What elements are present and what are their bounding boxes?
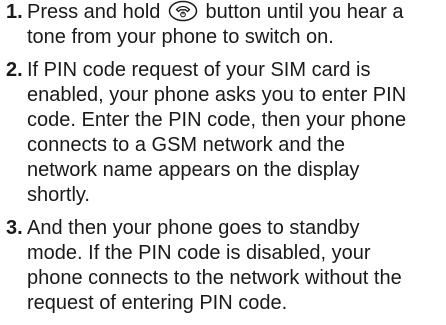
step-number: 1.: [6, 1, 23, 23]
step-text: Press and hold: [27, 1, 166, 23]
step-number: 2.: [6, 59, 23, 81]
step-line: If PIN code request of your SIM card is: [27, 59, 371, 81]
step-line: And then your phone goes to standby: [27, 217, 360, 239]
step-line: mode. If the PIN code is disabled, your: [27, 242, 371, 264]
step-line: network name appears on the display: [27, 159, 360, 181]
step-text: button until you hear a: [199, 1, 404, 23]
step-line: shortly.: [27, 184, 90, 206]
step-line: connects to a GSM network and the: [27, 134, 345, 156]
step-line: phone connects to the network without th…: [27, 267, 402, 289]
step-line: request of entering PIN code.: [27, 292, 288, 314]
step-line: enabled, your phone asks you to enter PI…: [27, 84, 407, 106]
step-line: Press and hold button until you hear a: [27, 0, 403, 25]
step-number: 3.: [6, 217, 23, 239]
instruction-steps: 1. Press and hold button until you hear …: [0, 0, 446, 325]
power-end-key-icon: [168, 0, 198, 22]
step-line: tone from your phone to switch on.: [27, 26, 334, 48]
step-line: code. Enter the PIN code, then your phon…: [27, 109, 407, 131]
